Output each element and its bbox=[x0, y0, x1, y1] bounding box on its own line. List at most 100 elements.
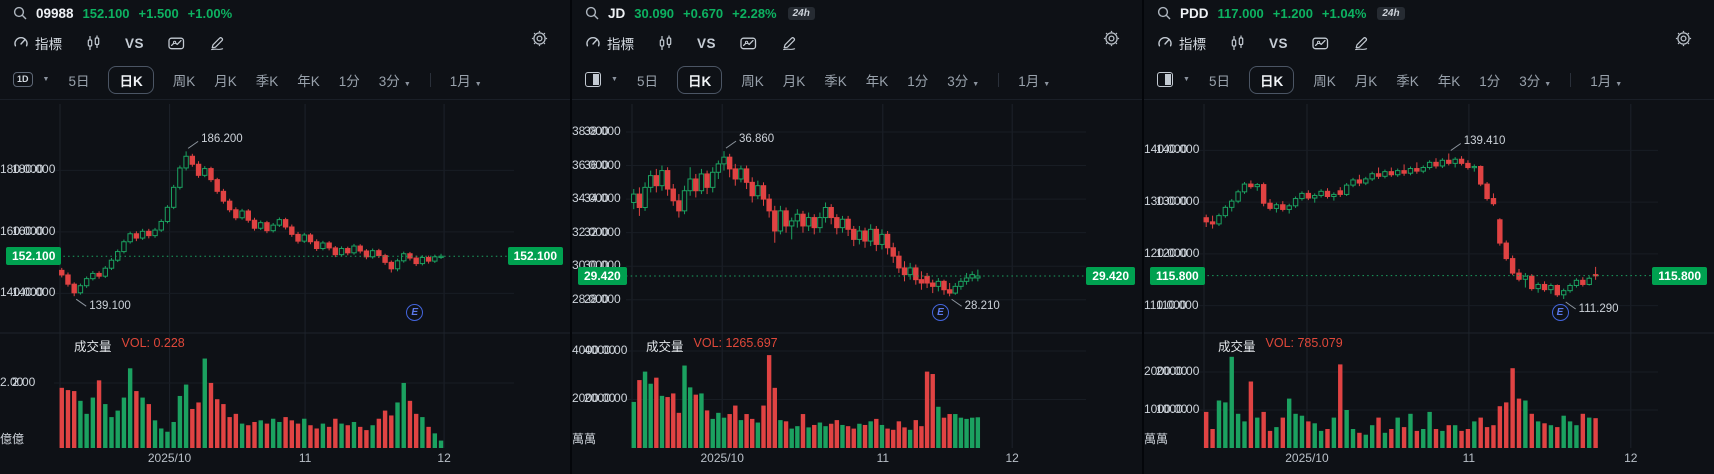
badge-24h: 24h bbox=[787, 6, 815, 20]
chart-draw-icon[interactable] bbox=[740, 35, 757, 51]
pencil-draw-icon[interactable] bbox=[209, 35, 225, 51]
indicators-button[interactable]: 指標 bbox=[1157, 33, 1206, 53]
last-price: 30.090 bbox=[634, 5, 675, 21]
range-selector[interactable]: 1D ▼ bbox=[13, 72, 49, 87]
tab-1月[interactable]: 1月 ▼ bbox=[450, 70, 482, 90]
gear-icon[interactable] bbox=[531, 30, 548, 47]
chart-panel: PDD 117.000 +1.200 +1.04% 24h 指標 VS ▼ 5日… bbox=[1142, 0, 1714, 474]
volume-title[interactable]: 成交量 bbox=[74, 336, 112, 355]
gear-icon[interactable] bbox=[1103, 30, 1120, 47]
price-change: +0.670 bbox=[683, 5, 724, 21]
tab-周K[interactable]: 周K bbox=[1313, 70, 1336, 90]
volume-value: VOL: 1265.697 bbox=[693, 336, 778, 350]
axis-label: 28.000 bbox=[572, 291, 609, 306]
symbol-label[interactable]: 09988 bbox=[36, 6, 74, 21]
tab-月K[interactable]: 月K bbox=[1355, 70, 1378, 90]
search-icon[interactable] bbox=[1157, 6, 1171, 20]
last-price: 117.000 bbox=[1217, 5, 1264, 21]
tab-日K[interactable]: 日K bbox=[1248, 65, 1295, 94]
pencil-draw-icon[interactable] bbox=[1353, 35, 1369, 51]
axis-label: 140.000 bbox=[0, 285, 44, 300]
tab-月K[interactable]: 月K bbox=[783, 70, 806, 90]
tab-年K[interactable]: 年K bbox=[1438, 70, 1461, 90]
tab-年K[interactable]: 年K bbox=[297, 70, 320, 90]
earnings-marker[interactable]: E bbox=[932, 304, 949, 321]
gear-icon[interactable] bbox=[1675, 30, 1692, 47]
caret-down-icon: ▼ bbox=[474, 80, 482, 88]
caret-down-icon: ▼ bbox=[403, 80, 411, 88]
tab-3分[interactable]: 3分 ▼ bbox=[379, 70, 411, 90]
tab-1月[interactable]: 1月 ▼ bbox=[1590, 70, 1622, 90]
symbol-label[interactable]: PDD bbox=[1180, 6, 1209, 21]
price-change-pct: +2.28% bbox=[732, 5, 777, 21]
period-tab-bar: 1D ▼ 5日 日K 周K 月K 季K 年K 1分 3分 ▼ 1月 ▼ bbox=[0, 60, 570, 100]
candlestick-style-button[interactable] bbox=[658, 35, 673, 51]
tab-季K[interactable]: 季K bbox=[824, 70, 847, 90]
tab-年K[interactable]: 年K bbox=[866, 70, 889, 90]
chart-draw-icon[interactable] bbox=[168, 35, 185, 51]
chart-area[interactable]: 成交量 VOL: 1265.697 36.860 28.210 E 38.000… bbox=[572, 100, 1142, 474]
badge-24h: 24h bbox=[1377, 6, 1405, 20]
quote-header: 09988 152.100 +1.500 +1.00% bbox=[0, 0, 570, 26]
range-1d-box: 1D bbox=[13, 72, 33, 87]
tab-日K[interactable]: 日K bbox=[108, 65, 154, 94]
volume-header: 成交量 VOL: 1265.697 bbox=[646, 336, 778, 355]
axis-label: 38.000 bbox=[572, 123, 609, 138]
x-axis-month-label: 11 bbox=[876, 451, 890, 465]
compare-vs-button[interactable]: VS bbox=[1269, 36, 1288, 51]
tab-季K[interactable]: 季K bbox=[256, 70, 279, 90]
price-change: +1.200 bbox=[1272, 5, 1313, 21]
tab-月K[interactable]: 月K bbox=[214, 70, 237, 90]
tab-1分[interactable]: 1分 bbox=[907, 70, 928, 90]
gauge-icon bbox=[585, 35, 601, 51]
tab-5日[interactable]: 5日 bbox=[68, 70, 89, 90]
tab-1分[interactable]: 1分 bbox=[1479, 70, 1500, 90]
tab-3分[interactable]: 3分 ▼ bbox=[1519, 70, 1551, 90]
axis-label: 160.000 bbox=[0, 223, 44, 238]
chart-toolbar: 指標 VS bbox=[1144, 26, 1714, 60]
compare-vs-button[interactable]: VS bbox=[125, 36, 144, 51]
indicators-button[interactable]: 指標 bbox=[585, 33, 634, 53]
tab-5日[interactable]: 5日 bbox=[637, 70, 658, 90]
tab-季K[interactable]: 季K bbox=[1396, 70, 1419, 90]
tab-5日[interactable]: 5日 bbox=[1209, 70, 1230, 90]
axis-label: 34.000 bbox=[572, 191, 609, 206]
compare-vs-button[interactable]: VS bbox=[697, 36, 716, 51]
tab-3分[interactable]: 3分 ▼ bbox=[947, 70, 979, 90]
earnings-marker[interactable]: E bbox=[1551, 304, 1569, 321]
candlestick-chart-canvas bbox=[572, 104, 1142, 448]
volume-header: 成交量 VOL: 0.228 bbox=[74, 336, 185, 355]
chart-draw-icon[interactable] bbox=[1312, 35, 1329, 51]
price-change: +1.500 bbox=[138, 5, 179, 21]
chart-area[interactable]: 成交量 VOL: 785.079 139.410 111.290 E 140.0… bbox=[1144, 100, 1714, 474]
last-price-badge: 115.800 bbox=[1150, 266, 1205, 285]
tab-周K[interactable]: 周K bbox=[173, 70, 196, 90]
symbol-label[interactable]: JD bbox=[608, 6, 625, 21]
tab-周K[interactable]: 周K bbox=[741, 70, 764, 90]
search-icon[interactable] bbox=[585, 6, 599, 20]
chart-area[interactable]: 成交量 VOL: 0.228 186.200 139.100 E 180.000… bbox=[0, 100, 570, 474]
tab-日K[interactable]: 日K bbox=[676, 65, 723, 94]
range-selector[interactable]: ▼ bbox=[1157, 72, 1190, 87]
volume-unit-label: 萬 bbox=[584, 432, 597, 446]
indicators-button[interactable]: 指標 bbox=[13, 33, 62, 53]
search-icon[interactable] bbox=[13, 6, 27, 20]
caret-down-icon: ▼ bbox=[1183, 76, 1190, 83]
caret-down-icon: ▼ bbox=[611, 76, 618, 83]
volume-title[interactable]: 成交量 bbox=[1218, 336, 1256, 355]
volume-title[interactable]: 成交量 bbox=[646, 336, 684, 355]
candlestick-style-button[interactable] bbox=[86, 35, 101, 51]
range-selector[interactable]: ▼ bbox=[585, 72, 618, 87]
tab-divider bbox=[429, 72, 431, 87]
axis-label: 32.000 bbox=[572, 224, 609, 239]
tab-1分[interactable]: 1分 bbox=[339, 70, 360, 90]
multi-chart-workspace: 09988 152.100 +1.500 +1.00% 指標 VS 1D ▼ 5… bbox=[0, 0, 1714, 474]
volume-value: VOL: 785.079 bbox=[1265, 336, 1343, 350]
high-annotation: 36.860 bbox=[739, 133, 775, 146]
price-change-pct: +1.00% bbox=[187, 5, 233, 21]
pencil-draw-icon[interactable] bbox=[781, 35, 797, 51]
volume-header: 成交量 VOL: 785.079 bbox=[1218, 336, 1343, 355]
candlestick-style-button[interactable] bbox=[1230, 35, 1245, 51]
tab-1月[interactable]: 1月 ▼ bbox=[1018, 70, 1050, 90]
caret-down-icon: ▼ bbox=[1544, 80, 1552, 88]
